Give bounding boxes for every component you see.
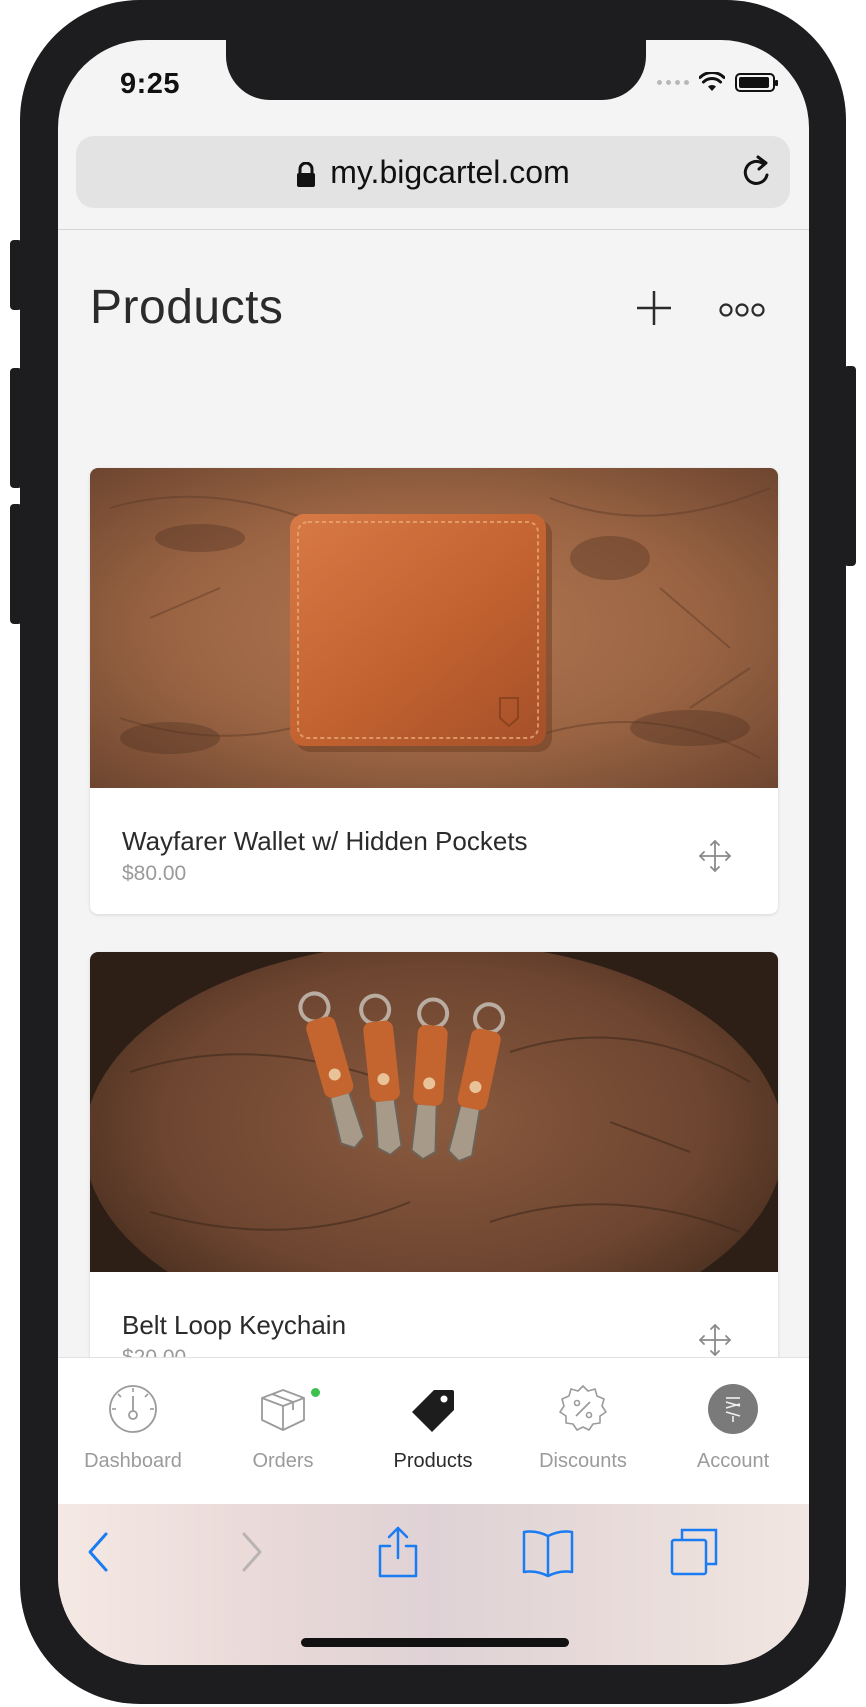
app-tab-bar: Dashboard Orders Products Discounts Acco… [58, 1357, 809, 1505]
wifi-icon [699, 72, 725, 91]
battery-icon [735, 72, 778, 92]
tabs-icon[interactable] [668, 1526, 720, 1578]
product-card[interactable]: Belt Loop Keychain $20.00 [90, 952, 778, 1412]
page-title: Products [90, 281, 284, 334]
more-options-button[interactable] [718, 302, 766, 318]
tab-label: Products [393, 1450, 473, 1472]
reload-icon[interactable] [740, 154, 774, 190]
avatar-icon [708, 1384, 758, 1434]
product-image-keychain[interactable] [90, 952, 778, 1272]
drag-handle-icon[interactable] [698, 839, 732, 873]
home-indicator[interactable] [301, 1638, 569, 1647]
address-bar-divider [58, 229, 809, 230]
tab-label: Orders [252, 1450, 314, 1472]
tab-label: Account [696, 1450, 770, 1472]
tab-account[interactable]: Account [658, 1358, 808, 1505]
power-button [844, 366, 856, 566]
mute-switch [10, 240, 22, 310]
tab-discounts[interactable]: Discounts [508, 1358, 658, 1505]
notch [226, 40, 646, 100]
product-card[interactable]: Wayfarer Wallet w/ Hidden Pockets $80.00 [90, 468, 778, 914]
product-image-wallet[interactable] [90, 468, 778, 788]
box-icon [261, 1389, 305, 1431]
back-arrow-icon[interactable] [84, 1530, 114, 1574]
tab-orders[interactable]: Orders [208, 1358, 358, 1505]
url-display[interactable]: my.bigcartel.com [76, 154, 790, 191]
product-name[interactable]: Wayfarer Wallet w/ Hidden Pockets [122, 826, 528, 857]
add-product-button[interactable] [634, 288, 674, 328]
tag-icon [412, 1390, 454, 1432]
address-bar[interactable]: my.bigcartel.com [76, 136, 790, 208]
cellular-signal-icon [657, 79, 689, 85]
phone-screen: 9:25 my.bigcartel.com Products Wayfarer … [58, 40, 809, 1665]
bookmarks-icon[interactable] [520, 1528, 576, 1578]
tab-products[interactable]: Products [358, 1358, 508, 1505]
product-price: $80.00 [122, 862, 187, 885]
tab-label: Discounts [539, 1450, 627, 1472]
percent-badge-icon [559, 1385, 607, 1431]
speedometer-icon [109, 1385, 157, 1433]
url-text: my.bigcartel.com [330, 154, 570, 190]
status-indicators [657, 72, 778, 92]
lock-icon [297, 161, 316, 187]
tab-label: Dashboard [84, 1450, 182, 1472]
forward-arrow-icon[interactable] [236, 1530, 266, 1574]
orders-badge-dot [311, 1388, 320, 1397]
product-name[interactable]: Belt Loop Keychain [122, 1310, 346, 1341]
share-icon[interactable] [376, 1524, 420, 1580]
volume-up-button [10, 368, 22, 488]
drag-handle-icon[interactable] [698, 1323, 732, 1357]
tab-dashboard[interactable]: Dashboard [58, 1358, 208, 1505]
volume-down-button [10, 504, 22, 624]
status-time: 9:25 [120, 68, 181, 100]
